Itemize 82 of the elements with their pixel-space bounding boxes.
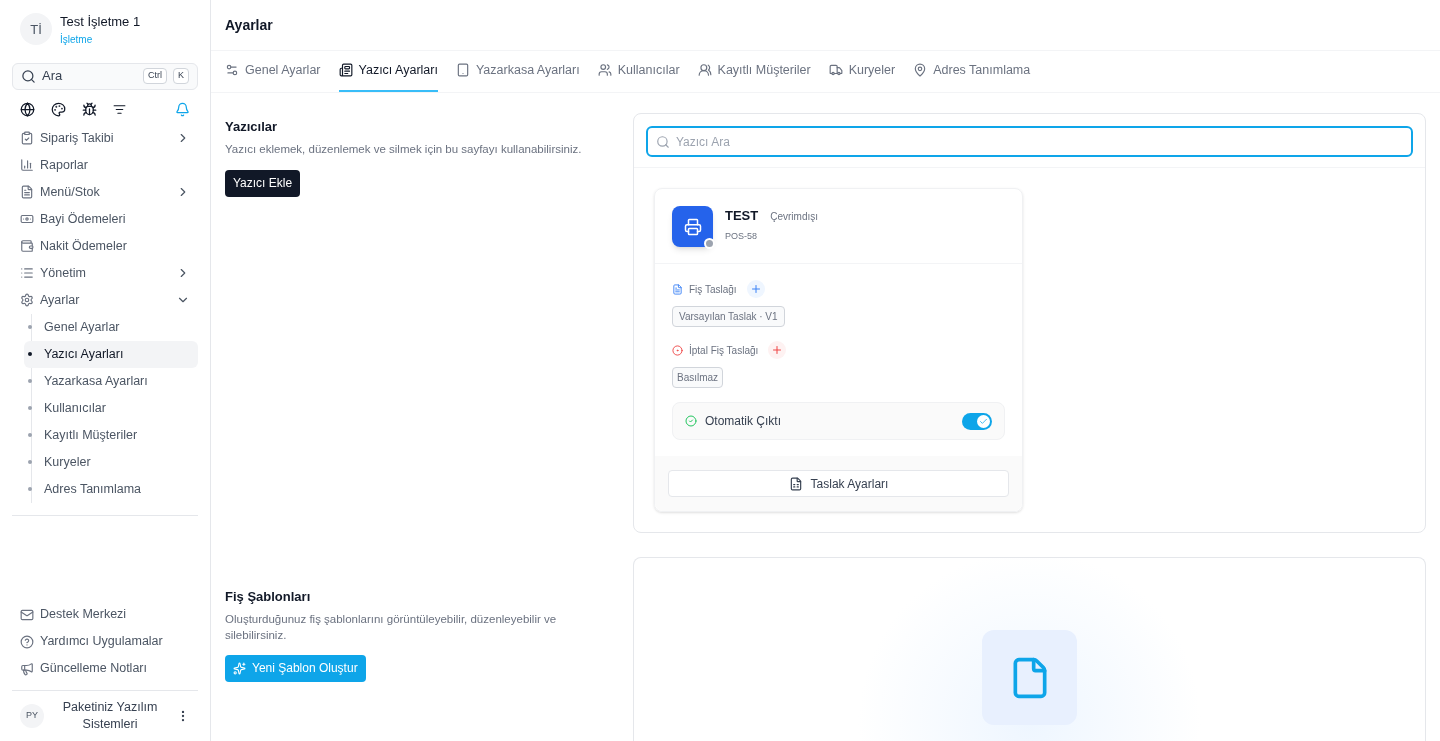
- tab[interactable]: Adres Tanımlama: [913, 50, 1031, 92]
- nav-subitem[interactable]: Kuryeler: [24, 448, 198, 476]
- printer-icon: [683, 217, 702, 236]
- footer-link[interactable]: Güncelleme Notları: [12, 655, 198, 682]
- template-settings-button[interactable]: Taslak Ayarları: [668, 470, 1009, 497]
- nav-item[interactable]: Bayi Ödemeleri: [12, 205, 198, 233]
- cancel-label: İptal Fiş Taslağı: [689, 343, 759, 358]
- search-icon: [656, 134, 670, 149]
- map-pin-icon: [913, 63, 928, 77]
- tab[interactable]: Kayıtlı Müşteriler: [697, 50, 811, 92]
- section-title: Yazıcılar: [225, 118, 279, 136]
- search-icon: [21, 68, 36, 84]
- nav-subitem[interactable]: Kullanıcılar: [24, 394, 198, 422]
- sparkles-icon: [233, 661, 246, 675]
- shortcut-key: Ctrl: [143, 68, 167, 84]
- wallet-icon: [20, 239, 34, 253]
- section-description: Yazıcı eklemek, düzenlemek ve silmek için bu sayfayı kullanabilirsiniz.: [225, 141, 583, 157]
- shortcut-key: K: [173, 68, 189, 84]
- nav-subitem[interactable]: Adres Tanımlama: [24, 475, 198, 503]
- globe-icon[interactable]: [20, 101, 35, 117]
- nav-item[interactable]: Yönetim: [12, 259, 198, 287]
- banknote-icon: [20, 212, 34, 226]
- list-icon[interactable]: [113, 102, 126, 116]
- business-name: Test İşletme 1: [60, 13, 141, 31]
- megaphone-icon: [20, 661, 34, 676]
- nav-item[interactable]: Raporlar: [12, 151, 198, 179]
- business-role: İşletme: [60, 32, 94, 47]
- users-icon: [697, 63, 712, 77]
- nav-subitem[interactable]: Yazarkasa Ayarları: [24, 367, 198, 395]
- nav-item[interactable]: Sipariş Takibi: [12, 124, 198, 152]
- check-circle-icon: [685, 415, 697, 427]
- auto-print-label: Otomatik Çıktı: [705, 413, 782, 430]
- search-field[interactable]: Ara Ctrl K: [12, 62, 198, 90]
- nav-item[interactable]: Nakit Ödemeler: [12, 232, 198, 260]
- avatar: Tİ: [20, 13, 52, 46]
- search-field[interactable]: Yazıcı Ara: [646, 126, 1413, 157]
- palette-icon[interactable]: [51, 101, 66, 117]
- document-icon: [788, 476, 803, 491]
- check-icon: [979, 416, 988, 426]
- toggle-switch[interactable]: [962, 412, 992, 430]
- receipt-label: Fiş Taslağı: [689, 282, 737, 297]
- tab[interactable]: Kullanıcılar: [597, 50, 680, 92]
- document-icon: [20, 185, 34, 199]
- plus-icon: [771, 344, 784, 356]
- add-printer-button[interactable]: Yazıcı Ekle: [225, 169, 301, 197]
- bar-chart-icon: [20, 158, 34, 172]
- truck-icon: [828, 63, 843, 77]
- tab[interactable]: Yazıcı Ayarları: [338, 50, 438, 92]
- document-icon: [672, 283, 683, 295]
- nav-subitem[interactable]: Genel Ayarlar: [24, 313, 198, 341]
- account-name: Paketiniz Yazılım Sistemleri: [61, 699, 159, 733]
- printer-name: TEST: [725, 207, 759, 225]
- list-icon: [20, 266, 34, 280]
- tab[interactable]: Yazarkasa Ayarları: [455, 50, 580, 92]
- nav-item[interactable]: Menü/Stok: [12, 178, 198, 206]
- section-description: Oluşturduğunuz fiş şablonlarını görüntüleyebilir, düzenleyebilir ve silebilirsiniz.: [225, 611, 558, 643]
- bug-icon[interactable]: [82, 101, 97, 117]
- plus-icon: [749, 283, 762, 295]
- cancel-circle-icon: [672, 344, 683, 356]
- section-title: Fiş Şablonları: [225, 588, 312, 606]
- search-input[interactable]: Yazıcı Ara: [676, 132, 1403, 151]
- page-title: Ayarlar: [225, 15, 273, 35]
- help-icon: [20, 634, 34, 649]
- footer-link[interactable]: Yardımcı Uygulamalar: [12, 628, 198, 655]
- template-tag: Varsayılan Taslak · V1: [672, 306, 785, 327]
- document-icon: [338, 63, 353, 77]
- printer-status: Çevrimdışı: [770, 210, 819, 224]
- bell-icon[interactable]: [175, 101, 190, 117]
- search-input[interactable]: Ara: [42, 66, 137, 86]
- user-icon: [597, 63, 612, 77]
- mail-icon: [20, 607, 34, 622]
- nav-item[interactable]: Ayarlar: [12, 286, 198, 314]
- nav-subitem[interactable]: Kayıtlı Müşteriler: [24, 421, 198, 449]
- tab[interactable]: Genel Ayarlar: [225, 50, 321, 92]
- printer-model: POS-58: [725, 229, 758, 243]
- footer-link[interactable]: Destek Merkezi: [12, 601, 198, 628]
- template-tag: Basılmaz: [672, 367, 724, 388]
- tab[interactable]: Kuryeler: [828, 50, 896, 92]
- avatar: PY: [20, 704, 44, 728]
- tablet-icon: [455, 63, 470, 77]
- clipboard-icon: [20, 131, 34, 145]
- nav-subitem[interactable]: Yazıcı Ayarları: [24, 340, 198, 368]
